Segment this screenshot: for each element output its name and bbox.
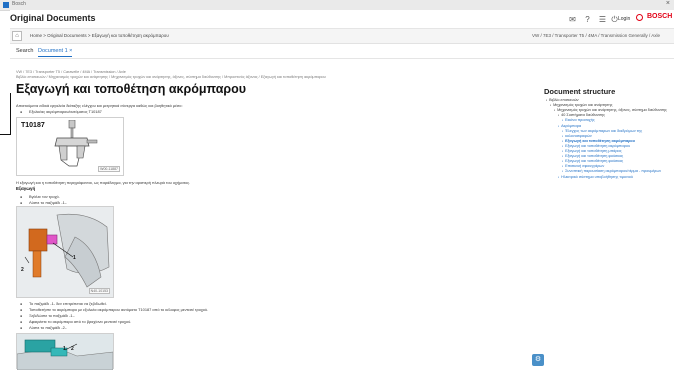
step-item: Τοποθετήστε το ακρόμπαρο με εξολκέα ακρό… xyxy=(20,307,208,312)
step-item: Ξεβιδώστε το παξιμάδι -1-. xyxy=(20,313,75,318)
structure-item[interactable]: Εικόνα προσοχής xyxy=(562,118,595,122)
structure-item-current[interactable]: Εξαγωγή και τοποθέτηση ακρόμπαρου xyxy=(562,139,635,143)
structure-item[interactable]: Εξαγωγή και τοποθέτηση ακρόμπαρου xyxy=(562,144,630,148)
figure-id: N40-10153 xyxy=(88,288,110,294)
structure-item[interactable]: κολονοσφαιρών xyxy=(562,134,592,138)
step-item: Το παξιμάδι -1- δεν επιτρέπεται να ξεβιδ… xyxy=(20,301,107,306)
step-item: Αφαιρέστε το ακρόμπαρο από το βραχίονα μ… xyxy=(20,319,131,324)
callout-2: 2 xyxy=(71,346,74,352)
window-close-button[interactable]: × xyxy=(666,0,670,7)
structure-item[interactable]: Ακρόμπαρα xyxy=(558,124,581,128)
home-icon[interactable]: ⌂ xyxy=(12,31,22,41)
document-structure-title: Document structure xyxy=(544,87,616,96)
balljoint-illustration xyxy=(17,334,113,370)
step-item: Λύστε το παξιμάδι -2-. xyxy=(20,325,67,330)
tool-figure: T10187 W00-11887 xyxy=(16,117,124,176)
puller-tool-illustration xyxy=(54,120,98,167)
step-item: Λύστε το παξιμάδι -1-. xyxy=(20,200,67,205)
knuckle-illustration xyxy=(17,207,113,297)
structure-item[interactable]: Συνοπτική παρουσίαση ακρόμπαρου/τέρμα - … xyxy=(562,169,661,173)
structure-item[interactable]: Εξαγωγή και τοποθέτηση φούσκας xyxy=(562,154,623,158)
document-meta-path: VW / 7E3 / Transporter T5 / Caravelle / … xyxy=(16,70,126,74)
structure-item[interactable]: Επισκευή σφουγγάρων xyxy=(562,164,604,168)
brand-logo: BOSCH xyxy=(647,13,673,20)
section-heading: Εξαγωγή xyxy=(16,186,36,191)
vehicle-info: VW / 7E3 / Transporter T5 / 4MA / Transm… xyxy=(532,33,660,38)
bosch-logo-icon xyxy=(636,14,643,21)
figure-id: W00-11887 xyxy=(98,166,120,172)
structure-item[interactable]: Έλεγχος των ακρόμπαρων και διαδρόμων της xyxy=(562,129,642,133)
structure-item[interactable]: Ηλεκτρικό σύστημα υποβοήθησης τιμονιού xyxy=(558,175,633,179)
callout-1: 1 xyxy=(73,255,76,261)
structure-item[interactable]: 40 Συστήματα διεύθυνσης xyxy=(558,113,605,117)
app-header: Original Documents ✉ ? ☰ ⏻ Login BOSCH xyxy=(10,10,674,29)
breadcrumb-bar: ⌂ Home > Original Documents > Εξαγωγή κα… xyxy=(10,29,674,44)
structure-item[interactable]: Μηχανισμός τροχών και ανάρτησης xyxy=(550,103,612,107)
page-heading: Original Documents xyxy=(10,13,96,23)
tools-fab-icon[interactable]: ⚙ xyxy=(532,354,544,366)
help-icon[interactable]: ? xyxy=(583,15,592,24)
breadcrumb[interactable]: Home > Original Documents > Εξαγωγή και … xyxy=(30,33,169,38)
login-link[interactable]: Login xyxy=(618,16,630,22)
balljoint-figure: 1 2 xyxy=(16,333,114,370)
tool-item: Εξολκέας ακρόμπαρου/αυτόματος T10187 xyxy=(20,109,102,114)
window-title: Bosch xyxy=(12,1,26,7)
mail-icon[interactable]: ✉ xyxy=(568,15,577,24)
settings-icon[interactable]: ☰ xyxy=(598,15,607,24)
tab-search[interactable]: Search xyxy=(16,48,33,54)
callout-2: 2 xyxy=(21,267,24,273)
left-rule-vertical xyxy=(10,93,11,135)
left-rule-horizontal xyxy=(0,134,11,135)
structure-item[interactable]: Μηχανισμός τροχών και ανάρτησης, άξονες,… xyxy=(554,108,667,112)
tab-document[interactable]: Document 1 × xyxy=(38,48,73,57)
structure-item[interactable]: Εξαγωγή και τοποθέτηση φούσκας xyxy=(562,159,623,163)
tab-bar: Search Document 1 × xyxy=(10,46,674,59)
structure-item[interactable]: Εξαγωγή και τοποθέτηση μπάρας xyxy=(562,149,621,153)
knuckle-figure: 1 2 N40-10153 xyxy=(16,206,114,298)
tool-figure-label: T10187 xyxy=(21,122,45,129)
callout-1: 1 xyxy=(63,346,66,352)
document-meta-breadcrumb: Βιβλίο επισκευών / Μηχανισμός τροχών και… xyxy=(16,75,326,79)
removal-note: Η εξαγωγή και η τοποθέτηση περιγράφονται… xyxy=(16,180,191,185)
structure-item[interactable]: Βιβλίο επισκευών xyxy=(546,98,579,102)
step-item: Βγάλτε τον τροχό. xyxy=(20,194,60,199)
document-title: Εξαγωγή και τοποθέτηση ακρόμπαρου xyxy=(16,82,247,96)
app-icon xyxy=(3,2,9,8)
tools-intro: Απαιτούμενα ειδικά εργαλεία διάταξης ελέ… xyxy=(16,103,183,108)
